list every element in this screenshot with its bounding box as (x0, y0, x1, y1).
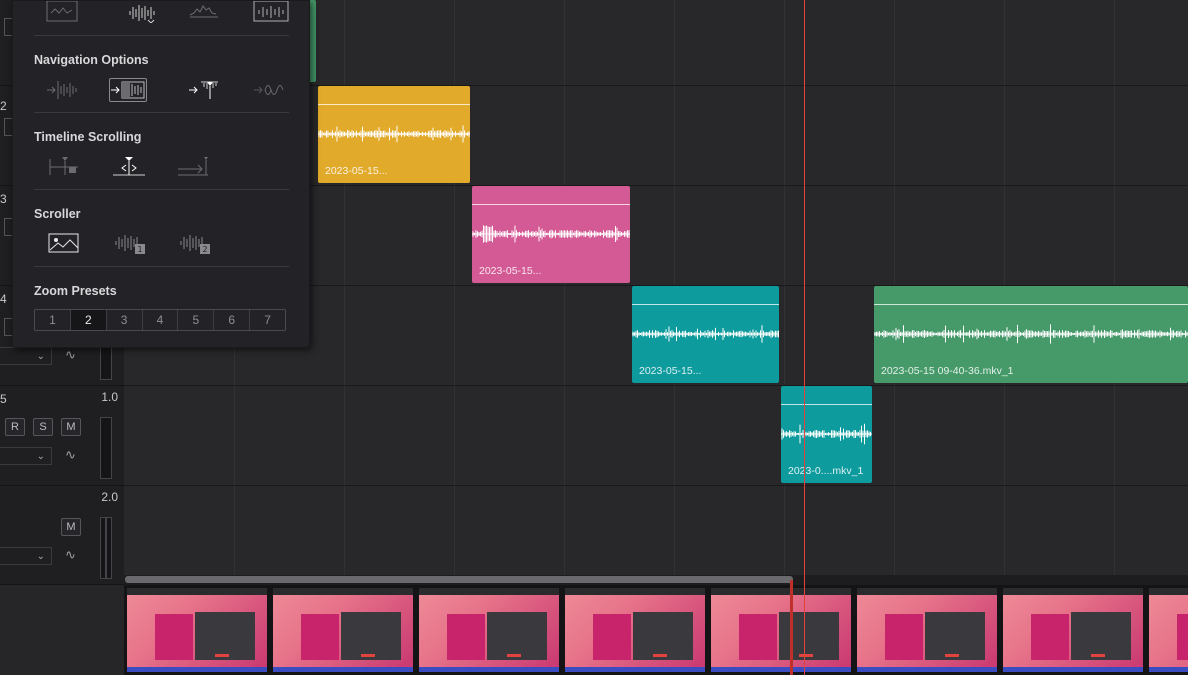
track-separator (0, 485, 124, 486)
video-frame-thumbnail (273, 588, 419, 672)
automation-icon[interactable]: ∿ (65, 347, 76, 363)
automation-icon[interactable]: ∿ (65, 447, 76, 463)
chevron-down-icon: ⌄ (36, 351, 45, 362)
track-number-label: 3 (0, 192, 7, 206)
navigation-options-heading: Navigation Options (34, 53, 149, 67)
nav-playhead-marker-icon[interactable] (188, 79, 220, 101)
scroll-centered-icon[interactable] (111, 155, 147, 177)
waveform (318, 125, 470, 143)
track-dropdown[interactable]: ⌄ (0, 547, 52, 565)
track-number-label: 4 (0, 292, 7, 306)
record-button[interactable]: R (5, 418, 25, 436)
waveform (632, 325, 779, 343)
grid-line (784, 0, 785, 575)
clip-name: 2023-0....mkv_1 (788, 465, 864, 477)
waveform-full-icon[interactable] (126, 1, 158, 23)
nav-scrolling-wave-icon[interactable] (253, 79, 285, 101)
track-lane-divider (124, 485, 1188, 486)
video-frame-thumbnail (711, 588, 857, 672)
audio-clip[interactable]: 2023-0....mkv_1 (781, 386, 872, 483)
video-thumbnail-strip[interactable] (124, 585, 1188, 675)
audio-clip[interactable]: 2023-05-15... (318, 86, 470, 183)
track-number-label: 5 (0, 392, 7, 406)
nav-arrow-waveform-icon[interactable] (46, 79, 78, 101)
track-dropdown[interactable]: ⌄ (0, 347, 52, 365)
clip-name: 2023-05-15... (479, 265, 542, 277)
audio-clip[interactable]: 2023-05-15... (632, 286, 779, 383)
section-divider (34, 189, 289, 190)
section-divider (34, 266, 289, 267)
track-dropdown[interactable]: ⌄ (0, 447, 52, 465)
automation-icon[interactable]: ∿ (65, 547, 76, 563)
zoom-presets-heading: Zoom Presets (34, 284, 117, 298)
track-volume[interactable]: 1.0 (78, 390, 118, 404)
video-frame-thumbnail (1149, 588, 1188, 672)
solo-button[interactable]: S (33, 418, 53, 436)
scroller-badge-1: 1 (137, 245, 142, 254)
zoom-preset-button[interactable]: 3 (107, 310, 143, 330)
video-frame-thumbnail (565, 588, 711, 672)
nav-snap-to-playhead-icon[interactable] (109, 78, 147, 102)
timeline-scrolling-heading: Timeline Scrolling (34, 130, 142, 144)
scroll-locked-icon[interactable] (48, 155, 80, 177)
track-separator (0, 584, 124, 585)
zoom-preset-button[interactable]: 4 (143, 310, 179, 330)
scroller-audio-1-icon[interactable]: 1 (113, 232, 145, 254)
track-number: 5 (0, 390, 7, 408)
video-frame-thumbnail (857, 588, 1003, 672)
waveform (874, 324, 1188, 344)
timeline-view-options-panel: Navigation Options Timeline Scrolling Sc… (12, 0, 310, 348)
zoom-preset-button[interactable]: 7 (250, 310, 285, 330)
clip-volume-line[interactable] (318, 104, 470, 105)
section-divider (34, 35, 289, 36)
audio-meter (100, 417, 112, 479)
audio-clip[interactable]: 2023-05-15 09-40-36.mkv_1 (874, 286, 1188, 383)
waveform-boxed-icon[interactable] (253, 1, 289, 23)
mute-button[interactable]: M (61, 518, 81, 536)
zoom-preset-button[interactable]: 5 (178, 310, 215, 330)
clip-volume-line[interactable] (874, 304, 1188, 305)
scroll-page-icon[interactable] (176, 155, 208, 177)
grid-line (564, 0, 565, 575)
scrollbar-thumb[interactable] (125, 576, 793, 583)
track-separator (0, 385, 124, 386)
track-number: 2 (0, 97, 7, 115)
clip-name: 2023-05-15... (325, 165, 388, 177)
waveform (781, 423, 872, 445)
playhead[interactable] (804, 0, 805, 675)
audio-meter-right (106, 517, 112, 579)
playhead-marker (790, 580, 793, 675)
zoom-preset-button[interactable]: 2 (70, 310, 107, 330)
clip-volume-line[interactable] (472, 204, 630, 205)
clip-volume-line[interactable] (632, 304, 779, 305)
waveform (472, 225, 630, 243)
scroller-badge-2: 2 (202, 245, 207, 254)
track-number-label: 2 (0, 99, 7, 113)
scroller-video-icon[interactable] (48, 232, 80, 254)
clip-name: 2023-05-15... (639, 365, 702, 377)
track-number: 4 (0, 290, 7, 308)
video-frame-thumbnail (1003, 588, 1149, 672)
video-frame-thumbnail (127, 588, 273, 672)
waveform-display-icon[interactable] (46, 1, 78, 23)
zoom-preset-button[interactable]: 1 (35, 310, 71, 330)
zoom-presets-group: 1234567 (34, 309, 286, 331)
scroller-audio-2-icon[interactable]: 2 (178, 232, 210, 254)
mute-button[interactable]: M (61, 418, 81, 436)
track-number: 3 (0, 190, 7, 208)
clip-name: 2023-05-15 09-40-36.mkv_1 (881, 365, 1014, 377)
clip-volume-line[interactable] (781, 404, 872, 405)
section-divider (34, 112, 289, 113)
chevron-down-icon: ⌄ (36, 551, 45, 562)
waveform-outline-icon[interactable] (188, 1, 220, 23)
chevron-down-icon: ⌄ (36, 451, 45, 462)
zoom-preset-button[interactable]: 6 (214, 310, 251, 330)
video-frame-thumbnail (419, 588, 565, 672)
scroller-heading: Scroller (34, 207, 81, 221)
track-volume[interactable]: 2.0 (78, 490, 118, 504)
track-lane-divider (124, 385, 1188, 386)
audio-clip[interactable]: 2023-05-15... (472, 186, 630, 283)
